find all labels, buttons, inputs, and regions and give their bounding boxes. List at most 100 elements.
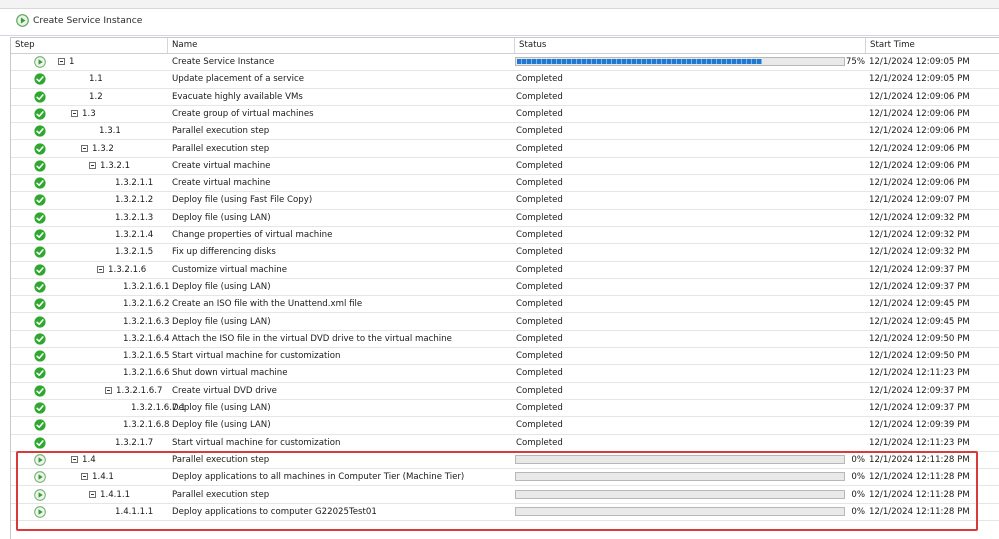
collapse-toggle-icon[interactable] <box>81 473 88 481</box>
step-number: 1.3.2.1.7 <box>115 437 154 448</box>
start-time: 12/1/2024 12:09:06 PM <box>869 126 970 137</box>
table-row[interactable]: 1 Create Service Instance 75% 12/1/2024 12:… <box>11 54 999 72</box>
status-text: Completed <box>516 351 563 362</box>
collapse-toggle-icon[interactable] <box>58 58 65 65</box>
table-row[interactable]: 1.3.2.1.4 Change properties of virtual ma… <box>11 227 999 245</box>
progress-bar <box>515 506 845 516</box>
start-time: 12/1/2024 12:11:28 PM <box>869 489 970 500</box>
step-name: Change properties of virtual machine <box>172 230 333 240</box>
step-number: 1.3.2.1.5 <box>115 247 154 258</box>
job-steps-grid[interactable]: Step Name Status Start Time 1 Create Serv… <box>10 37 999 539</box>
table-row[interactable]: 1.3.2.1.6.5 Start virtual machine for cus… <box>11 348 999 366</box>
status-text: Completed <box>516 230 563 240</box>
step-name: Parallel execution step <box>172 489 270 500</box>
table-row[interactable]: 1.3.2.1.6.7 Create virtual DVD drive Compl… <box>11 383 999 400</box>
table-row[interactable]: 1.4.1 Deploy applications to all machines… <box>11 469 999 487</box>
step-name: Deploy applications to all machines in C… <box>172 472 465 483</box>
status-text: Completed <box>516 281 563 292</box>
table-row[interactable]: 1.3.2.1.5 Fix up differencing disks Comple… <box>11 244 999 262</box>
table-row[interactable]: 1.3.2.1.3 Deploy file (using LAN) Complete… <box>11 210 999 227</box>
table-row[interactable]: 1.3.1 Parallel execution step Completed 12/… <box>11 123 999 141</box>
table-row[interactable]: 1.3.2.1.6.6 Shut down virtual machine Comp… <box>11 365 999 383</box>
table-row[interactable]: 1.4.1.1 Parallel execution step 0% 12/1/202… <box>11 487 999 504</box>
check-icon <box>34 350 46 362</box>
progress-fill <box>517 59 762 64</box>
collapse-toggle-icon[interactable] <box>89 490 96 498</box>
status-text: Completed <box>516 91 563 102</box>
play-icon <box>34 454 46 466</box>
step-number: 1.3.2 <box>92 143 114 154</box>
play-icon <box>34 471 46 484</box>
start-time: 12/1/2024 12:11:28 PM <box>869 472 970 483</box>
check-icon <box>34 160 46 172</box>
status-text: Completed <box>516 126 563 137</box>
table-row[interactable]: 1.2 Evacuate highly available VMs Complete… <box>11 89 999 106</box>
start-time: 12/1/2024 12:09:50 PM <box>869 333 970 344</box>
table-row[interactable]: 1.3.2.1.6.4 Attach the ISO file in the vi… <box>11 331 999 349</box>
status-text: Completed <box>516 385 563 396</box>
table-row[interactable]: 1.3.2.1.7 Start virtual machine for custo… <box>11 435 999 452</box>
table-row[interactable]: 1.3.2 Parallel execution step Completed 12/… <box>11 141 999 158</box>
progress-percent: 0% <box>851 489 865 500</box>
start-time: 12/1/2024 12:09:06 PM <box>869 143 970 154</box>
column-header-start-time[interactable]: Start Time <box>866 38 999 53</box>
step-number: 1 <box>69 57 75 67</box>
table-row[interactable]: 1.1 Update placement of a service Complete… <box>11 71 999 89</box>
table-row[interactable]: 1.3.2.1.6.8 Deploy file (using LAN) Comple… <box>11 417 999 435</box>
table-row[interactable]: 1.3.2.1 Create virtual machine Completed 12… <box>11 158 999 176</box>
collapse-toggle-icon[interactable] <box>81 144 88 152</box>
status-text: Completed <box>516 316 563 327</box>
step-name: Create virtual machine <box>172 178 271 189</box>
step-name: Attach the ISO file in the virtual DVD d… <box>172 333 452 344</box>
progress-percent: 0% <box>851 506 865 517</box>
step-number: 1.3.2.1.6.1 <box>123 281 170 292</box>
table-row[interactable]: 1.3.2.1.6 Customize virtual machine Comple… <box>11 262 999 279</box>
table-row[interactable]: 1.3.2.1.6.2 Create an ISO file with the U… <box>11 296 999 314</box>
start-time: 12/1/2024 12:11:28 PM <box>869 506 970 517</box>
step-name: Update placement of a service <box>172 74 304 85</box>
step-number: 1.3.2.1 <box>100 160 131 171</box>
start-time: 12/1/2024 12:09:37 PM <box>869 264 970 275</box>
progress-percent: 0% <box>851 454 865 465</box>
table-row[interactable]: 1.4.1.1.1 Deploy applications to computer… <box>11 504 999 522</box>
table-row[interactable]: 1.3 Create group of virtual machines Compl… <box>11 106 999 124</box>
column-header-status[interactable]: Status <box>515 38 866 53</box>
status-text: Completed <box>516 74 563 85</box>
step-name: Shut down virtual machine <box>172 368 288 379</box>
step-number: 1.4.1.1.1 <box>115 506 154 517</box>
check-icon <box>34 212 46 224</box>
collapse-toggle-icon[interactable] <box>97 265 104 273</box>
table-row[interactable]: 1.4 Parallel execution step 0% 12/1/2024 12… <box>11 452 999 470</box>
status-text: Completed <box>516 299 563 310</box>
check-icon <box>34 142 46 155</box>
status-text: Completed <box>516 247 563 258</box>
collapse-toggle-icon[interactable] <box>105 386 112 394</box>
check-icon <box>34 281 46 293</box>
table-row[interactable]: 1.3.2.1.6.1 Deploy file (using LAN) Comple… <box>11 279 999 297</box>
table-row[interactable]: 1.3.2.1.6.7.1 Deploy file (using LAN) Comp… <box>11 400 999 418</box>
collapse-toggle-icon[interactable] <box>89 161 96 169</box>
start-time: 12/1/2024 12:09:06 PM <box>869 160 970 171</box>
step-number: 1.3.2.1.2 <box>115 195 154 206</box>
step-number: 1.4.1 <box>92 472 114 483</box>
table-row[interactable]: 1.3.2.1.1 Create virtual machine Completed… <box>11 175 999 193</box>
collapse-toggle-icon[interactable] <box>71 109 78 117</box>
status-text: Completed <box>516 264 563 275</box>
collapse-toggle-icon[interactable] <box>71 455 78 463</box>
step-number: 1.3.2.1.6.4 <box>123 333 170 344</box>
column-header-step[interactable]: Step <box>11 38 168 53</box>
step-name: Start virtual machine for customization <box>172 437 341 448</box>
start-time: 12/1/2024 12:09:32 PM <box>869 247 970 258</box>
start-time: 12/1/2024 12:11:28 PM <box>869 454 970 465</box>
step-name: Deploy file (using LAN) <box>172 316 271 327</box>
step-name: Evacuate highly available VMs <box>172 91 303 102</box>
start-time: 12/1/2024 12:09:37 PM <box>869 403 970 413</box>
table-row[interactable]: 1.3.2.1.2 Deploy file (using Fast File Co… <box>11 192 999 210</box>
start-time: 12/1/2024 12:09:45 PM <box>869 299 970 310</box>
grid-header: Step Name Status Start Time <box>11 38 999 54</box>
table-row[interactable]: 1.3.2.1.6.3 Deploy file (using LAN) Comple… <box>11 314 999 331</box>
check-icon <box>34 437 46 449</box>
step-name: Deploy file (using Fast File Copy) <box>172 195 313 206</box>
step-number: 1.3.2.1.6.7 <box>116 385 163 396</box>
column-header-name[interactable]: Name <box>168 38 515 53</box>
